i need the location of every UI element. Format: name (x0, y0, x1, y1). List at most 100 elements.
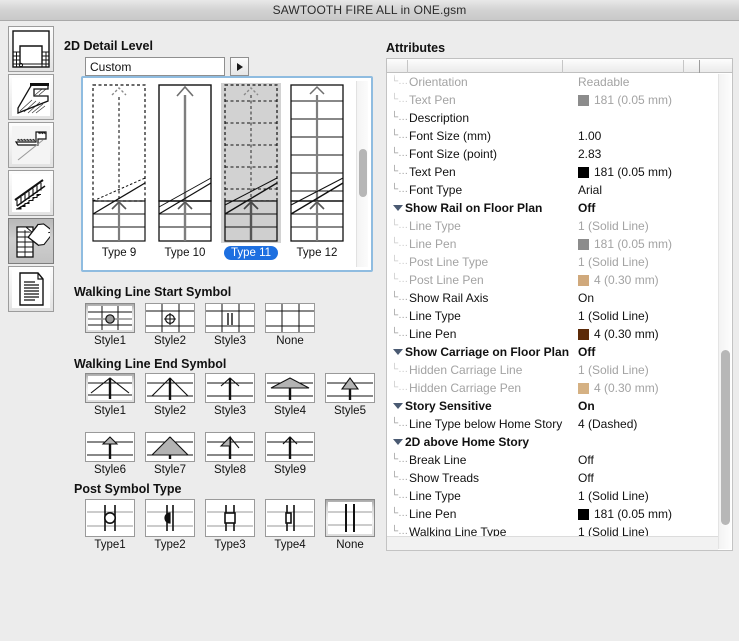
disclosure-triangle-icon[interactable] (391, 439, 405, 445)
detail-level-preview-box[interactable]: Type 9 (81, 76, 373, 272)
walking-line-start-none[interactable]: None (265, 303, 315, 347)
attributes-list[interactable]: └…OrientationReadable└…Text Pen181 (0.05… (387, 73, 718, 541)
railing-3d-icon[interactable] (8, 170, 54, 216)
attribute-row[interactable]: └…Font Size (point)2.83 (387, 145, 718, 163)
attribute-row[interactable]: └…OrientationReadable (387, 73, 718, 91)
attribute-value-cell[interactable]: 1 (Solid Line) (578, 309, 718, 323)
attribute-row[interactable]: └…Line Type1 (Solid Line) (387, 307, 718, 325)
walking-line-end-style7[interactable]: Style7 (145, 432, 195, 476)
walking-line-end-style4[interactable]: Style4 (265, 373, 315, 417)
attribute-row[interactable]: Show Carriage on Floor PlanOff (387, 343, 718, 361)
settings-page-icon-strip[interactable] (8, 26, 54, 312)
column-divider[interactable] (562, 60, 563, 73)
walking-line-start-style3[interactable]: Style3 (205, 303, 255, 347)
disclosure-triangle-icon[interactable] (391, 403, 405, 409)
floor-plan-icon[interactable] (8, 26, 54, 72)
attribute-value-cell[interactable]: Arial (578, 183, 718, 197)
attribute-row[interactable]: └…Line Type1 (Solid Line) (387, 217, 718, 235)
walking-line-end-palette-row1[interactable]: Style1 Style2 St (85, 373, 375, 417)
attribute-row[interactable]: Story SensitiveOn (387, 397, 718, 415)
column-divider[interactable] (683, 60, 684, 73)
walking-line-start-style1[interactable]: Style1 (85, 303, 135, 347)
landing-icon[interactable] (8, 122, 54, 168)
attribute-value-cell[interactable]: 181 (0.05 mm) (578, 507, 718, 521)
attribute-row[interactable]: └…Line Pen4 (0.30 mm) (387, 325, 718, 343)
attribute-row[interactable]: └…Text Pen181 (0.05 mm) (387, 91, 718, 109)
section-structure-icon[interactable] (8, 74, 54, 120)
detail-level-thumb-type12[interactable]: Type 12 (287, 83, 347, 268)
attribute-row[interactable]: └…Line Pen181 (0.05 mm) (387, 235, 718, 253)
attribute-value-cell[interactable]: 1 (Solid Line) (578, 489, 718, 503)
walking-line-end-style3[interactable]: Style3 (205, 373, 255, 417)
attribute-value-cell[interactable]: 1 (Solid Line) (578, 255, 718, 269)
attribute-value-cell[interactable]: 181 (0.05 mm) (578, 165, 718, 179)
attribute-value-cell[interactable]: On (578, 291, 718, 305)
attribute-row[interactable]: └…Line Type below Home Story4 (Dashed) (387, 415, 718, 433)
post-symbol-type3[interactable]: Type3 (205, 499, 255, 551)
column-divider[interactable] (699, 60, 700, 73)
attribute-value-cell[interactable]: On (578, 399, 718, 413)
detail-level-thumb-type9[interactable]: Type 9 (89, 83, 149, 268)
walking-line-end-style6[interactable]: Style6 (85, 432, 135, 476)
post-symbol-none[interactable]: None (325, 499, 375, 551)
attribute-row[interactable]: └…Font Size (mm)1.00 (387, 127, 718, 145)
walking-line-start-palette[interactable]: Style1 Style2 Style3 (85, 303, 315, 347)
attribute-value-cell[interactable]: Off (578, 453, 718, 467)
attribute-row[interactable]: └…Hidden Carriage Pen4 (0.30 mm) (387, 379, 718, 397)
listing-document-icon[interactable] (8, 266, 54, 312)
attribute-row[interactable]: 2D above Home Story (387, 433, 718, 451)
attribute-row[interactable]: └…Hidden Carriage Line1 (Solid Line) (387, 361, 718, 379)
attribute-row[interactable]: └…Line Pen181 (0.05 mm) (387, 505, 718, 523)
column-divider[interactable] (407, 60, 408, 73)
attribute-value-cell[interactable]: 4 (0.30 mm) (578, 327, 718, 341)
preview-scrollbar-thumb[interactable] (359, 149, 367, 197)
attribute-value-cell[interactable]: 2.83 (578, 147, 718, 161)
attribute-row[interactable]: └…Description (387, 109, 718, 127)
detail-level-thumb-type10[interactable]: Type 10 (155, 83, 215, 268)
attribute-value-cell[interactable]: 4 (0.30 mm) (578, 381, 718, 395)
walking-line-end-style8[interactable]: Style8 (205, 432, 255, 476)
attribute-row[interactable]: └…Text Pen181 (0.05 mm) (387, 163, 718, 181)
detail-level-combo[interactable]: Custom (85, 57, 249, 76)
walking-line-end-style5[interactable]: Style5 (325, 373, 375, 417)
walking-line-end-style9[interactable]: Style9 (265, 432, 315, 476)
attribute-row[interactable]: └…Post Line Pen4 (0.30 mm) (387, 271, 718, 289)
post-symbol-type2[interactable]: Type2 (145, 499, 195, 551)
walking-line-start-style2[interactable]: Style2 (145, 303, 195, 347)
walking-line-end-style1[interactable]: Style1 (85, 373, 135, 417)
post-symbol-type4[interactable]: Type4 (265, 499, 315, 551)
detail-level-thumb-list[interactable]: Type 9 (85, 80, 351, 268)
attribute-row[interactable]: └…Font TypeArial (387, 181, 718, 199)
attribute-value-cell[interactable]: 181 (0.05 mm) (578, 93, 718, 107)
attribute-value-cell[interactable]: Readable (578, 75, 718, 89)
walking-line-end-style2[interactable]: Style2 (145, 373, 195, 417)
post-symbol-palette[interactable]: Type1 Type2 Type (85, 499, 375, 551)
attribute-value-cell[interactable]: Off (578, 201, 718, 215)
attribute-value-cell[interactable]: 1.00 (578, 129, 718, 143)
attribute-row[interactable]: └…Show TreadsOff (387, 469, 718, 487)
attribute-row[interactable]: └…Post Line Type1 (Solid Line) (387, 253, 718, 271)
attributes-panel[interactable]: └…OrientationReadable└…Text Pen181 (0.05… (386, 73, 733, 551)
disclosure-triangle-icon[interactable] (391, 349, 405, 355)
detail-level-value[interactable]: Custom (85, 57, 225, 76)
attribute-row[interactable]: Show Rail on Floor PlanOff (387, 199, 718, 217)
attributes-scrollbar-thumb[interactable] (721, 350, 730, 525)
attribute-value-cell[interactable]: 4 (Dashed) (578, 417, 718, 431)
attributes-column-header[interactable] (386, 58, 733, 73)
walking-line-end-palette-row2[interactable]: Style6 Style7 (85, 432, 315, 476)
attribute-value-cell[interactable]: 1 (Solid Line) (578, 363, 718, 377)
attribute-row[interactable]: └…Line Type1 (Solid Line) (387, 487, 718, 505)
attribute-value-cell[interactable]: Off (578, 471, 718, 485)
attribute-value-cell[interactable]: 1 (Solid Line) (578, 219, 718, 233)
attribute-row[interactable]: └…Break LineOff (387, 451, 718, 469)
attribute-value-cell[interactable]: 181 (0.05 mm) (578, 237, 718, 251)
detail-level-thumb-type11[interactable]: Type 11 (221, 83, 281, 268)
preview-scrollbar[interactable] (356, 81, 368, 267)
attribute-value-cell[interactable]: 4 (0.30 mm) (578, 273, 718, 287)
stair-2d-symbol-icon[interactable] (8, 218, 54, 264)
attribute-value-cell[interactable]: Off (578, 345, 718, 359)
detail-level-dropdown-arrow[interactable] (230, 57, 249, 76)
attributes-scrollbar[interactable] (718, 74, 731, 549)
post-symbol-type1[interactable]: Type1 (85, 499, 135, 551)
attribute-row[interactable]: └…Show Rail AxisOn (387, 289, 718, 307)
